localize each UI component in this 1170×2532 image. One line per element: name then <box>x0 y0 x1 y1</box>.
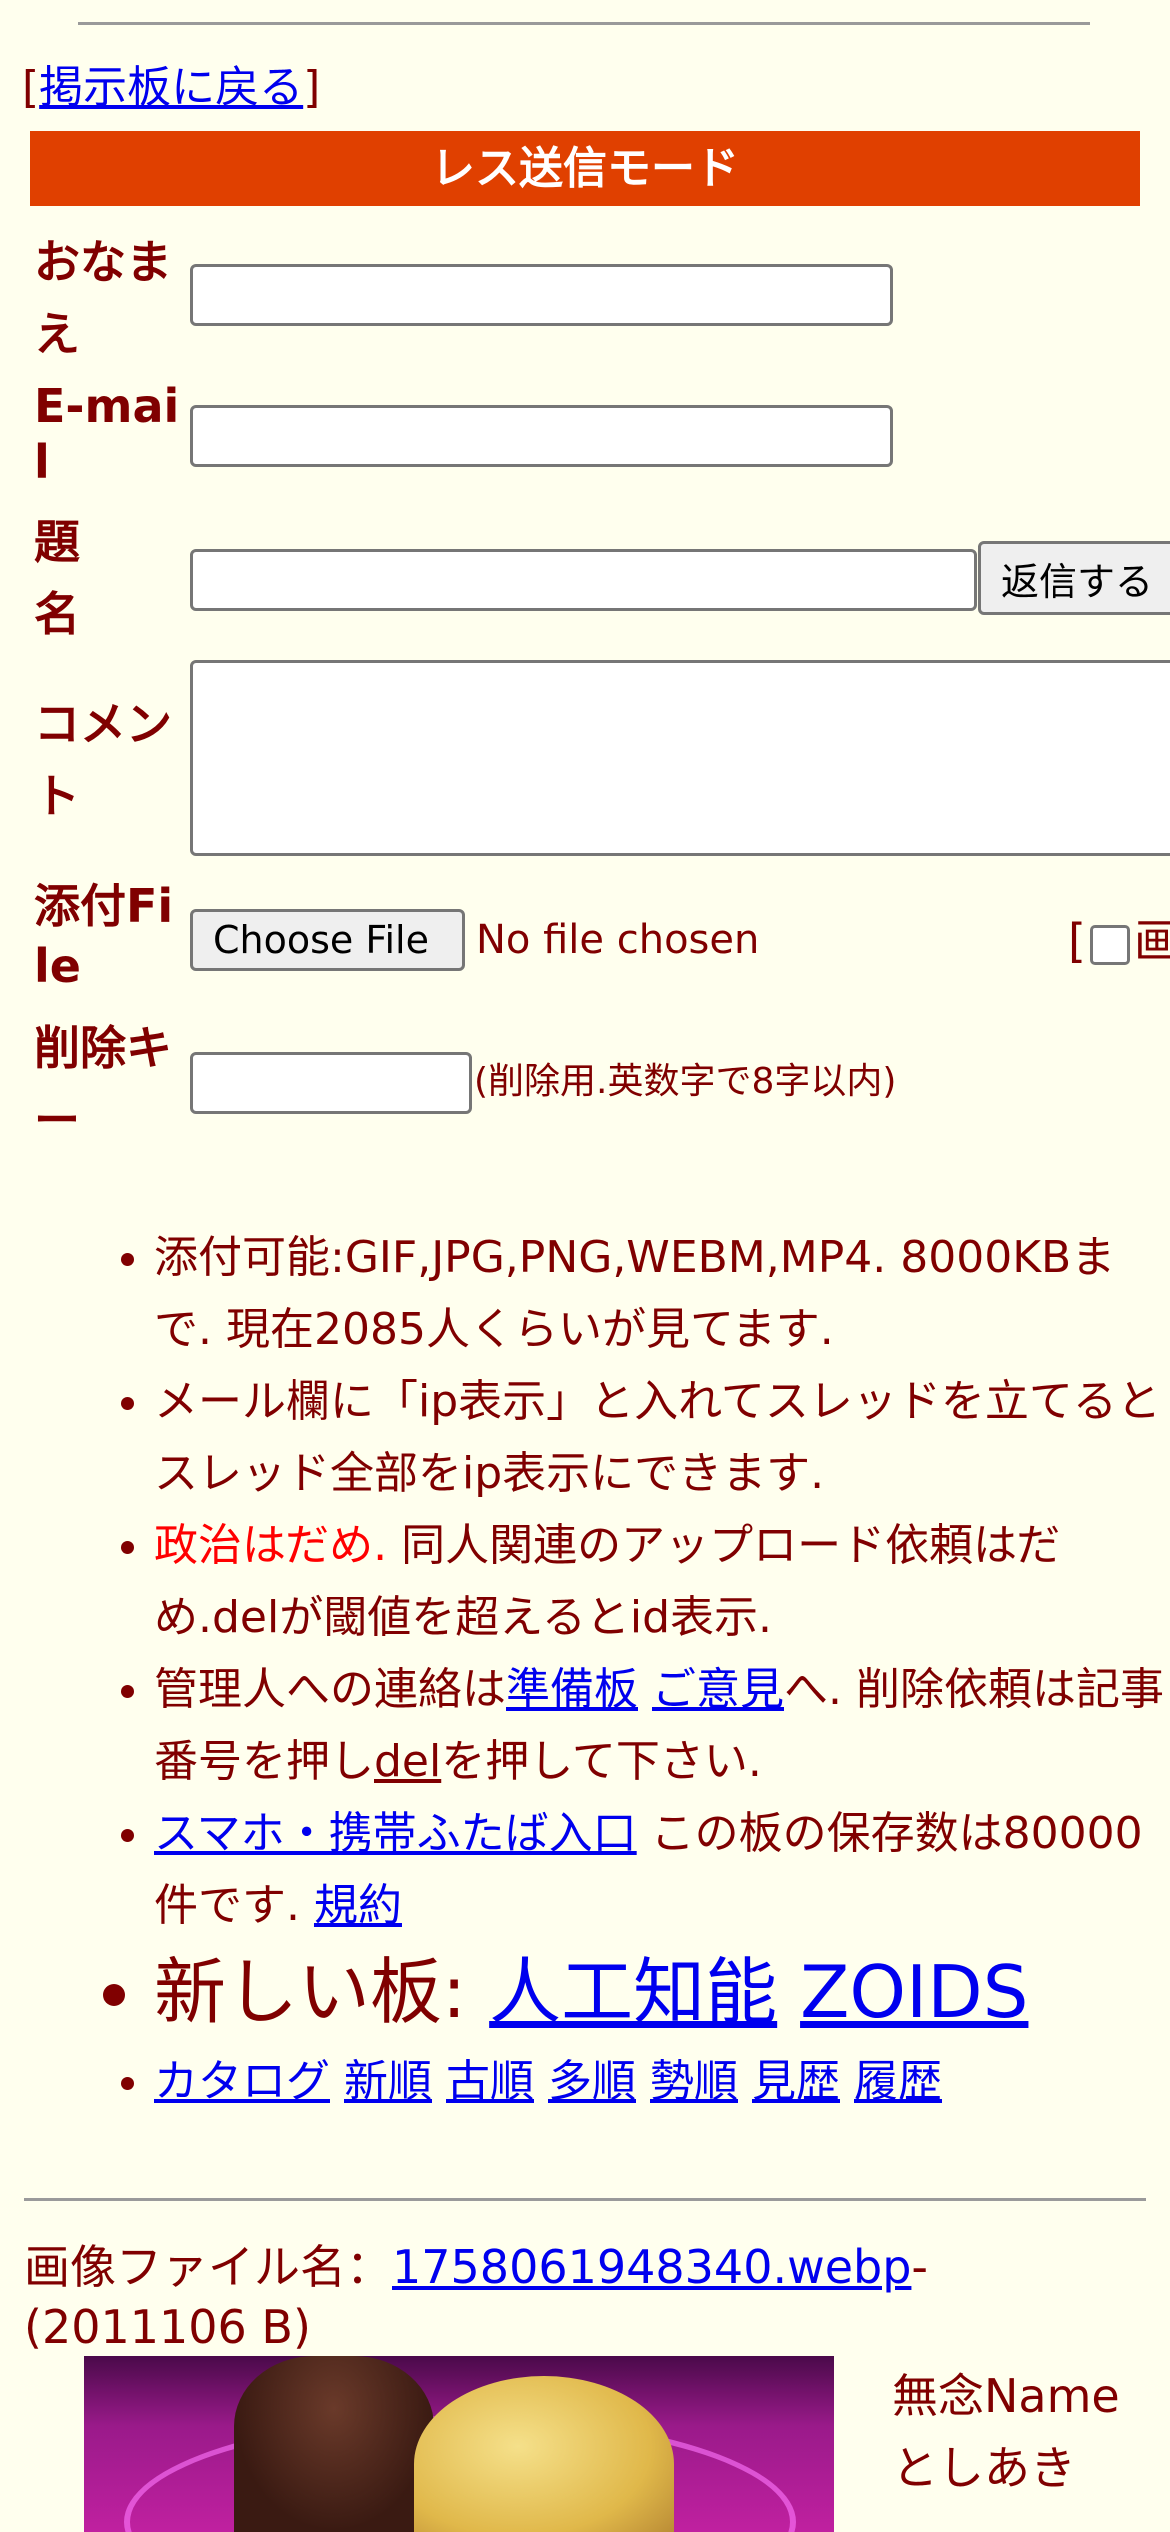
sort-momentum-link[interactable]: 勢順 <box>650 2056 738 2107</box>
email-input[interactable] <box>190 405 893 467</box>
post-image-thumbnail[interactable] <box>84 2356 834 2532</box>
comment-label: コメント <box>34 697 172 823</box>
note-mobile: スマホ・携帯ふたば入口 この板の保存数は80000件です. 規約 <box>154 1798 1170 1942</box>
back-to-board: [掲示板に戻る] <box>22 58 320 118</box>
top-divider <box>78 22 1090 25</box>
note-rules: 政治はだめ. 同人関連のアップロード依頼はだめ.delが閾値を超えるとid表示. <box>154 1510 1170 1654</box>
sort-newest-link[interactable]: 新順 <box>344 2056 432 2107</box>
image-option-text: 画 <box>1133 914 1170 968</box>
mobile-entrance-link[interactable]: スマホ・携帯ふたば入口 <box>154 1808 637 1859</box>
sort-oldest-link[interactable]: 古順 <box>446 2056 534 2107</box>
prep-board-link[interactable]: 準備板 <box>506 1664 638 1715</box>
file-name-link[interactable]: 1758061948340.webp <box>392 2240 911 2294</box>
sort-most-link[interactable]: 多順 <box>548 2056 636 2107</box>
note-politics-warning: 政治はだめ. <box>154 1520 388 1571</box>
post-file-info: 画像ファイル名：1758061948340.webp-(2011106 B) <box>24 2237 1144 2357</box>
name-label: おなまえ <box>34 235 172 361</box>
thumbnail-figure-dark <box>234 2356 434 2532</box>
back-to-board-link[interactable]: 掲示板に戻る <box>39 62 303 113</box>
no-file-chosen-text: No file chosen <box>476 917 760 963</box>
name-input[interactable] <box>190 264 893 326</box>
zoids-board-link[interactable]: ZOIDS <box>800 1950 1028 2034</box>
bracket-open: [ <box>22 62 40 113</box>
section-divider <box>24 2198 1146 2201</box>
poster-name: 無念Name <box>892 2369 1120 2423</box>
note-new-boards: 新しい板: 人工知能 ZOIDS <box>154 1942 1170 2042</box>
catalog-link[interactable]: カタログ <box>154 2056 330 2107</box>
note-contact-text-a: 管理人への連絡は <box>154 1664 506 1715</box>
post-author: 無念Name としあき <box>892 2360 1120 2504</box>
sort-links: カタログ 新順 古順 多順 勢順 見歴 履歴 <box>154 2046 1170 2118</box>
delete-key-input[interactable] <box>190 1052 472 1114</box>
image-option: [画 <box>1068 905 1170 971</box>
subject-label: 題名 <box>34 515 80 641</box>
email-label: E-mail <box>34 379 180 489</box>
image-option-bracket: [ <box>1068 914 1086 968</box>
delete-key-label: 削除キー <box>34 1021 172 1147</box>
poster-sub: としあき <box>892 2441 1076 2495</box>
note-contact-text-c: を押して下さい. <box>441 1736 762 1787</box>
terms-link[interactable]: 規約 <box>314 1880 402 1931</box>
note-attachments: 添付可能:GIF,JPG,PNG,WEBM,MP4. 8000KBまで. 現在2… <box>154 1222 1170 1366</box>
note-ip-display: メール欄に「ip表示」と入れてスレッドを立てるとスレッド全部をip表示にできます… <box>154 1366 1170 1510</box>
feedback-link[interactable]: ご意見 <box>652 1664 784 1715</box>
delete-key-hint: (削除用.英数字で8字以内) <box>474 1061 897 1102</box>
thumbnail-figure-blonde <box>414 2376 674 2532</box>
del-text: del <box>374 1736 442 1787</box>
comment-textarea[interactable] <box>190 660 1170 856</box>
note-contact: 管理人への連絡は準備板 ご意見へ. 削除依頼は記事番号を押しdelを押して下さい… <box>154 1654 1170 1798</box>
board-notes: 添付可能:GIF,JPG,PNG,WEBM,MP4. 8000KBまで. 現在2… <box>0 1222 1170 2118</box>
bracket-close: ] <box>303 62 321 113</box>
attach-label: 添付File <box>34 879 174 993</box>
new-boards-prefix: 新しい板: <box>154 1950 490 2034</box>
choose-file-button[interactable]: Choose File <box>190 909 465 971</box>
viewed-history-link[interactable]: 見歴 <box>752 2056 840 2107</box>
file-label: 画像ファイル名： <box>24 2240 392 2294</box>
reply-submit-button[interactable]: 返信する <box>978 541 1170 615</box>
image-option-checkbox[interactable] <box>1089 924 1130 965</box>
ai-board-link[interactable]: 人工知能 <box>489 1950 777 2034</box>
post-history-link[interactable]: 履歴 <box>854 2056 942 2107</box>
subject-input[interactable] <box>190 549 977 611</box>
reply-mode-banner: レス送信モード <box>30 131 1140 206</box>
